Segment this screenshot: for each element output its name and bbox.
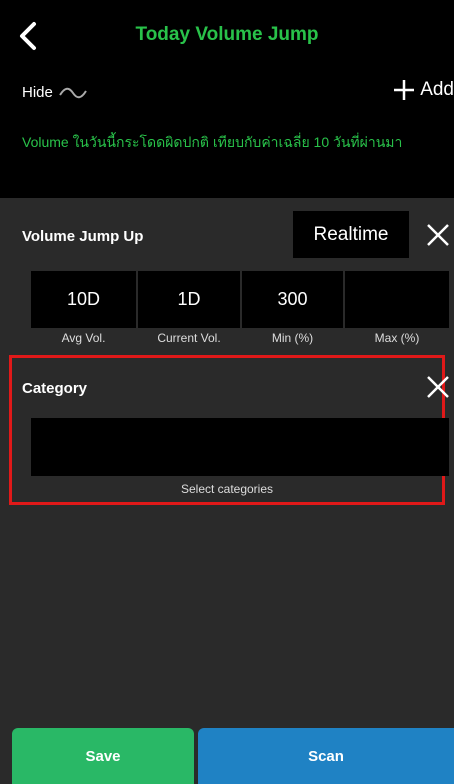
max-percent-label: Max (%)	[374, 331, 420, 345]
category-title: Category	[22, 380, 88, 397]
scan-button[interactable]: Scan	[198, 728, 454, 784]
scan-description: Volume ในวันนี้กระโดดผิดปกติ เทียบกับค่า…	[22, 134, 403, 150]
volume-jump-title: Volume Jump Up	[22, 228, 144, 245]
current-vol-cell[interactable]: 1D	[138, 271, 240, 328]
save-button[interactable]: Save	[12, 728, 194, 784]
min-percent-cell[interactable]: 300	[242, 271, 343, 328]
add-button[interactable]: Add	[392, 78, 454, 102]
close-volume-jump-icon[interactable]	[425, 222, 451, 248]
avg-vol-cell[interactable]: 10D	[31, 271, 136, 328]
plus-icon	[394, 80, 415, 100]
current-vol-label: Current Vol.	[157, 331, 221, 345]
category-select-field[interactable]	[31, 418, 449, 476]
page-title: Today Volume Jump	[135, 24, 319, 45]
hide-toggle[interactable]: Hide	[22, 84, 87, 101]
add-label: Add	[420, 79, 454, 100]
avg-vol-label: Avg Vol.	[61, 331, 106, 345]
category-hint: Select categories	[180, 482, 274, 496]
hide-label: Hide	[22, 84, 53, 101]
max-percent-cell[interactable]	[345, 271, 449, 328]
realtime-button[interactable]: Realtime	[293, 211, 409, 258]
min-percent-label: Min (%)	[271, 331, 314, 345]
close-category-icon[interactable]	[425, 374, 451, 400]
header: Today Volume Jump Hide Add Volume ในวันน…	[0, 0, 454, 198]
wave-icon	[59, 87, 87, 98]
